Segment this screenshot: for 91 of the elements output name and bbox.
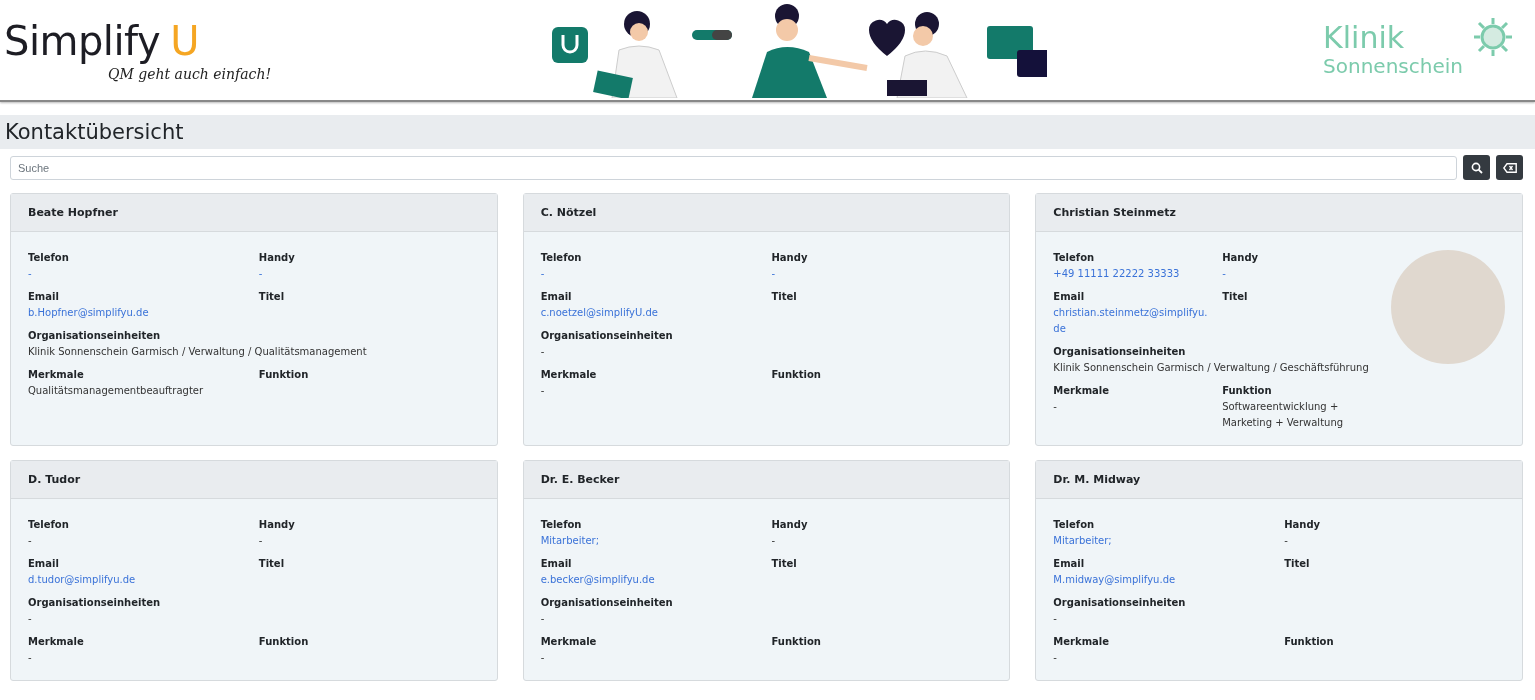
field-label: Telefon bbox=[28, 519, 70, 530]
field-link[interactable]: b.Hopfner@simplifyu.de bbox=[28, 305, 249, 321]
field-label: Handy bbox=[1284, 519, 1322, 530]
field-label: Titel bbox=[1284, 558, 1311, 569]
search-field[interactable]: Suche bbox=[10, 155, 1457, 180]
backspace-icon bbox=[1502, 162, 1517, 173]
field-label: Organisationseinheiten bbox=[540, 597, 674, 608]
field-label: Titel bbox=[1222, 291, 1249, 302]
field-label: Email bbox=[1053, 291, 1086, 302]
field-label: Email bbox=[1053, 558, 1086, 569]
field-value: - bbox=[28, 534, 33, 548]
field-label: Funktion bbox=[1284, 636, 1335, 647]
field-value: - bbox=[1053, 651, 1058, 665]
field-label: Titel bbox=[771, 291, 798, 302]
field-value: - bbox=[1284, 534, 1289, 548]
field-label: Funktion bbox=[1222, 385, 1273, 396]
field-label: Handy bbox=[771, 252, 809, 263]
field-label: Merkmale bbox=[28, 369, 85, 380]
field-value: - bbox=[540, 612, 546, 626]
sun-icon bbox=[1471, 15, 1515, 59]
field-link[interactable]: d.tudor@simplifyu.de bbox=[28, 572, 249, 588]
field-label: Merkmale bbox=[540, 636, 598, 647]
field-label: Telefon bbox=[540, 252, 583, 263]
contact-name: C. Nötzel bbox=[523, 194, 1010, 232]
field-label: Funktion bbox=[258, 369, 310, 380]
field-value: - bbox=[540, 345, 546, 359]
field-label: Merkmale bbox=[1053, 385, 1111, 396]
field-label: Email bbox=[28, 558, 60, 569]
search-button[interactable] bbox=[1463, 155, 1490, 180]
field-link[interactable]: - bbox=[540, 266, 762, 282]
field-label: Merkmale bbox=[540, 369, 598, 380]
field-label: Email bbox=[540, 291, 573, 302]
field-label: Merkmale bbox=[28, 636, 85, 647]
logo-tagline: QM geht auch einfach! bbox=[108, 66, 272, 82]
field-label: Telefon bbox=[1053, 252, 1096, 263]
field-value: Klinik Sonnenschein Garmisch / Verwaltung / Qualitätsmanagement bbox=[28, 345, 368, 359]
field-label: Telefon bbox=[28, 252, 70, 263]
clear-button[interactable] bbox=[1496, 155, 1523, 180]
field-value: - bbox=[540, 651, 546, 665]
field-link[interactable]: christian.steinmetz@simplifyu.de bbox=[1053, 305, 1213, 337]
field-link[interactable]: +49 11111 22222 33333 bbox=[1053, 266, 1213, 282]
field-label: Funktion bbox=[258, 636, 310, 647]
field-label: Handy bbox=[1222, 252, 1260, 263]
field-label: Funktion bbox=[771, 636, 822, 647]
field-value: Softwareentwicklung + Marketing + Verwaltung bbox=[1222, 400, 1345, 430]
field-label: Organisationseinheiten bbox=[28, 330, 162, 341]
contact-name: Dr. M. Midway bbox=[1036, 461, 1522, 499]
field-link[interactable]: - bbox=[258, 266, 480, 282]
field-label: Organisationseinheiten bbox=[1053, 346, 1187, 357]
field-label: Organisationseinheiten bbox=[540, 330, 674, 341]
field-label: Titel bbox=[258, 291, 286, 302]
field-label: Email bbox=[540, 558, 573, 569]
search-icon bbox=[1470, 161, 1483, 174]
clinic-logo-text: Sonnenschein bbox=[1323, 54, 1463, 78]
field-link[interactable]: Mitarbeiter; bbox=[1053, 533, 1275, 549]
field-value: - bbox=[28, 651, 33, 665]
field-link[interactable]: c.noetzel@simplifyU.de bbox=[540, 305, 762, 321]
contact-name: Dr. E. Becker bbox=[523, 461, 1010, 499]
field-label: Merkmale bbox=[1053, 636, 1111, 647]
field-label: Funktion bbox=[771, 369, 822, 380]
field-label: Telefon bbox=[540, 519, 583, 530]
field-label: Handy bbox=[258, 519, 296, 530]
field-link[interactable]: Mitarbeiter; bbox=[540, 533, 762, 549]
field-link[interactable]: e.becker@simplifyu.de bbox=[540, 572, 762, 588]
contact-name: Christian Steinmetz bbox=[1036, 194, 1522, 232]
field-value: - bbox=[540, 384, 546, 398]
page-title: Kontaktübersicht bbox=[0, 115, 1535, 149]
contact-name: D. Tudor bbox=[11, 461, 497, 499]
logo-wordmark: Simplify bbox=[4, 18, 161, 64]
contact-name: Beate Hopfner bbox=[11, 194, 497, 232]
field-value: - bbox=[1053, 612, 1058, 626]
field-label: Telefon bbox=[1053, 519, 1096, 530]
clinic-logo-text: Klinik bbox=[1323, 22, 1406, 54]
field-label: Titel bbox=[258, 558, 286, 569]
field-link[interactable]: - bbox=[1222, 266, 1381, 282]
field-label: Handy bbox=[771, 519, 809, 530]
field-link[interactable]: M.midway@simplifyu.de bbox=[1053, 572, 1275, 588]
logo-letter: U bbox=[170, 18, 200, 64]
field-value: - bbox=[258, 534, 264, 548]
field-label: Organisationseinheiten bbox=[28, 597, 162, 608]
field-link[interactable]: - bbox=[771, 266, 993, 282]
field-value: - bbox=[28, 612, 33, 626]
field-value: - bbox=[1053, 400, 1058, 414]
field-value: Qualitätsmanagementbeauftragter bbox=[28, 384, 205, 398]
field-label: Organisationseinheiten bbox=[1053, 597, 1187, 608]
field-label: Email bbox=[28, 291, 60, 302]
field-value: - bbox=[771, 534, 777, 548]
field-label: Titel bbox=[771, 558, 798, 569]
field-value: Klinik Sonnenschein Garmisch / Verwaltung / Geschäftsführung bbox=[1053, 361, 1370, 375]
field-label: Handy bbox=[258, 252, 296, 263]
field-link[interactable]: - bbox=[28, 266, 249, 282]
